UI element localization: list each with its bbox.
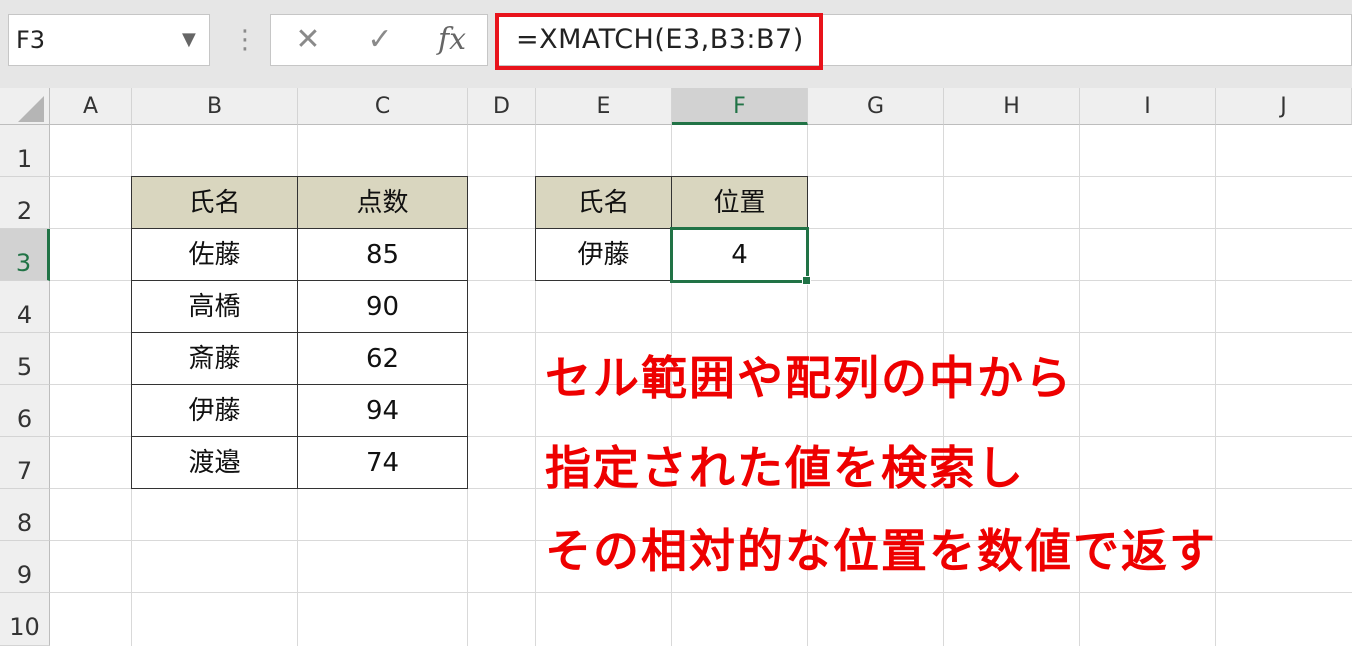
cell-b6[interactable]: 伊藤 [131,384,298,437]
column-header-c[interactable]: C [298,88,468,125]
cell-f2[interactable]: 位置 [671,176,808,229]
column-header-j[interactable]: J [1216,88,1352,125]
column-header-i[interactable]: I [1080,88,1216,125]
insert-function-icon[interactable]: fx [432,14,472,66]
cell-c4[interactable]: 90 [297,280,468,333]
row-header-9[interactable]: 9 [0,541,50,593]
cell-b7[interactable]: 渡邉 [131,436,298,489]
fill-handle[interactable] [802,276,811,285]
cell-c7[interactable]: 74 [297,436,468,489]
caption-line-3: その相対的な位置を数値で返す [545,524,1217,578]
row-header-1[interactable]: 1 [0,125,50,177]
row-header-5[interactable]: 5 [0,333,50,385]
cell-c2[interactable]: 点数 [297,176,468,229]
cell-b2[interactable]: 氏名 [131,176,298,229]
cell-c3[interactable]: 85 [297,228,468,281]
formula-text: =XMATCH(E3,B3:B7) [516,24,804,55]
column-header-b[interactable]: B [132,88,298,125]
column-header-g[interactable]: G [808,88,944,125]
gridline [50,592,1352,593]
cell-b3[interactable]: 佐藤 [131,228,298,281]
cell-c5[interactable]: 62 [297,332,468,385]
check-icon[interactable]: ✓ [360,14,400,66]
row-header-6[interactable]: 6 [0,385,50,437]
active-cell-border [670,227,809,283]
row-header-7[interactable]: 7 [0,437,50,489]
row-header-2[interactable]: 2 [0,177,50,229]
cell-b5[interactable]: 斎藤 [131,332,298,385]
name-box-value: F3 [16,26,46,54]
row-header-4[interactable]: 4 [0,281,50,333]
column-header-d[interactable]: D [468,88,536,125]
row-header-3[interactable]: 3 [0,229,50,281]
cell-e3[interactable]: 伊藤 [535,228,672,281]
column-header-h[interactable]: H [944,88,1080,125]
column-header-f[interactable]: F [672,88,808,125]
cell-c6[interactable]: 94 [297,384,468,437]
cancel-icon[interactable]: ✕ [288,14,328,66]
caption-line-2: 指定された値を検索し [545,441,1025,495]
column-header-a[interactable]: A [50,88,132,125]
cell-b4[interactable]: 高橋 [131,280,298,333]
row-header-8[interactable]: 8 [0,489,50,541]
select-all-triangle-icon [18,96,44,122]
cell-e2[interactable]: 氏名 [535,176,672,229]
caption-line-1: セル範囲や配列の中から [545,351,1073,405]
vertical-dots-icon[interactable]: ⋮ [232,14,258,66]
column-header-e[interactable]: E [536,88,672,125]
chevron-down-icon[interactable]: ▼ [182,14,196,66]
row-header-10[interactable]: 10 [0,593,50,646]
